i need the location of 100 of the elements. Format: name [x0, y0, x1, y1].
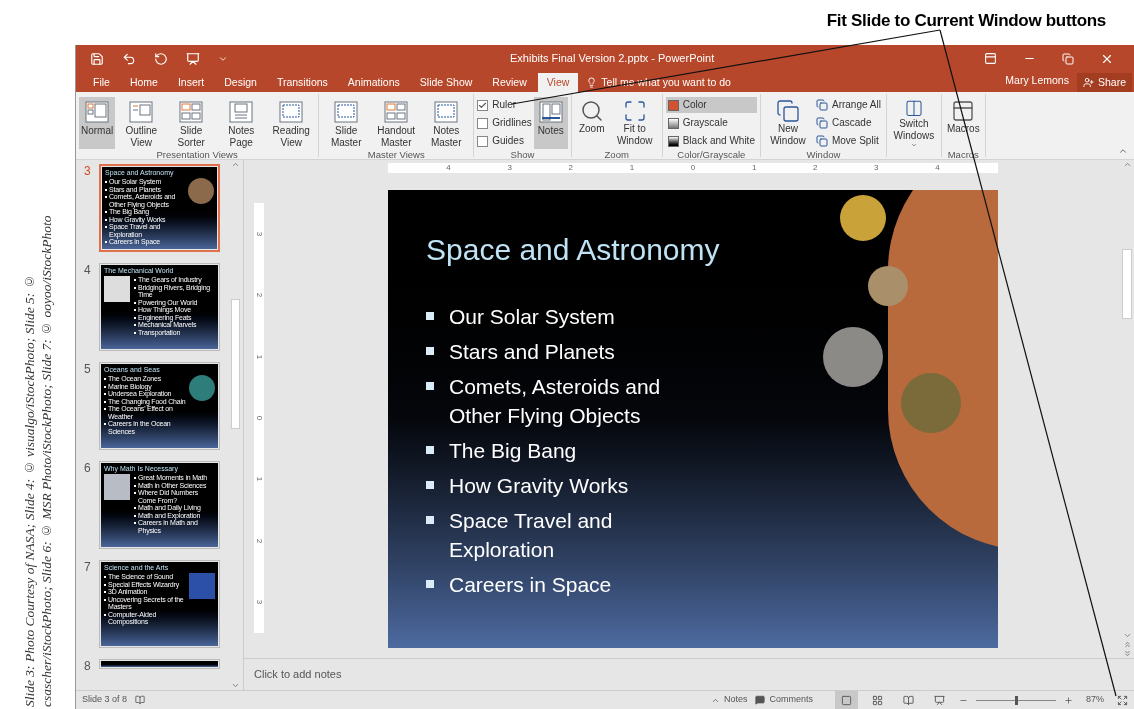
group-label: Color/Grayscale [676, 149, 747, 161]
macro-sheet-icon [951, 99, 976, 123]
checkbox[interactable]: Guides [477, 133, 532, 149]
comments-button[interactable]: Comments [755, 693, 813, 707]
share-button[interactable]: Share [1076, 73, 1132, 92]
bullet-icon [426, 481, 434, 489]
group-label: Master Views [366, 149, 426, 161]
slide-bullet: Careers in Space [449, 572, 612, 598]
ribbon-button[interactable]: Switch Windows [889, 97, 938, 149]
notes-master-icon [433, 99, 460, 125]
scroll-thumb[interactable] [230, 299, 240, 429]
speech-bubble-icon [755, 695, 766, 705]
swatch-icon [667, 117, 679, 129]
ribbon-button[interactable]: Grayscale [665, 115, 757, 131]
bullet-icon [426, 312, 434, 320]
slide-master-icon [333, 99, 360, 125]
scroll-down-icon[interactable] [1122, 631, 1132, 640]
ribbon-display-icon[interactable] [984, 52, 997, 65]
redo-icon[interactable] [154, 51, 168, 66]
checkbox[interactable]: Ruler [477, 97, 532, 113]
windows-icon [815, 135, 828, 147]
undo-icon[interactable] [122, 51, 136, 66]
bullet-icon [426, 516, 434, 524]
scroll-thumb[interactable] [1122, 249, 1132, 319]
slide-counter: Slide 3 of 8 [82, 693, 128, 707]
normal-view-icon [841, 694, 852, 706]
restore-icon[interactable] [1062, 52, 1074, 65]
slide-number: 4 [84, 263, 92, 277]
windows-icon [815, 99, 828, 111]
ribbon-tab[interactable]: Animations [338, 73, 409, 92]
bullet-icon [426, 580, 434, 588]
group-label: Zoom [603, 149, 630, 161]
collapse-icon[interactable] [1118, 146, 1128, 156]
scroll-up-icon[interactable] [230, 160, 240, 169]
ribbon-button[interactable]: Arrange All [813, 97, 883, 113]
save-icon[interactable] [90, 51, 104, 66]
outline-view-icon [128, 99, 155, 125]
scroll-down-icon[interactable] [230, 681, 240, 690]
slide-bullet: Stars and Planets [449, 339, 615, 365]
scrollbar[interactable] [229, 160, 241, 690]
magnifier-icon [579, 99, 604, 123]
callout-label: Fit Slide to Current Window buttons [826, 10, 1106, 32]
ribbon-button[interactable]: Move Split [813, 133, 883, 149]
slide-number: 5 [84, 362, 92, 376]
checkmark-icon [478, 100, 488, 110]
ribbon-tab[interactable]: Insert [168, 73, 214, 92]
slide-thumbnail[interactable] [99, 659, 220, 669]
ribbon-button[interactable]: Cascade [813, 115, 883, 131]
fit-window-icon [622, 99, 647, 123]
ribbon-button[interactable]: Notes [533, 97, 568, 149]
person-icon [1082, 77, 1094, 88]
next-slide-icon[interactable] [1122, 649, 1132, 658]
ribbon-button[interactable]: Handout Master [372, 97, 421, 149]
ribbon-button[interactable]: Reading View [267, 97, 316, 149]
presentation-icon [934, 694, 945, 706]
previous-slide-icon[interactable] [1122, 640, 1132, 649]
ribbon-button[interactable]: New Window [763, 97, 812, 149]
zoom-in-icon[interactable] [1064, 695, 1073, 705]
ribbon-button[interactable]: Fit to Window [610, 97, 659, 149]
notes-button[interactable]: Notes [710, 693, 748, 707]
user-name[interactable]: Mary Lemons [1005, 73, 1077, 92]
handout-master-icon [383, 99, 410, 125]
ribbon-button[interactable]: Outline View [117, 97, 166, 149]
moon-photo [823, 327, 883, 387]
vertical-ruler: 3 2 1 0 1 2 3 [254, 203, 264, 633]
ribbon-tab[interactable]: View [537, 73, 579, 92]
ribbon-tab[interactable]: Design [215, 73, 266, 92]
zoom-level[interactable]: 87% [1081, 693, 1109, 707]
scroll-up-icon[interactable] [1122, 160, 1132, 169]
notes-page-icon [228, 99, 255, 125]
bullet-icon [426, 347, 434, 355]
photo-placeholder [189, 573, 215, 599]
photo-placeholder [104, 474, 130, 500]
scrollbar[interactable] [1120, 160, 1134, 658]
ribbon-button[interactable]: Color [665, 97, 757, 113]
grid-icon [872, 694, 883, 706]
bullet-icon [426, 446, 434, 454]
ribbon-tab[interactable]: Transitions [267, 73, 337, 92]
ribbon-button[interactable]: Notes Master [422, 97, 471, 149]
photo-placeholder [104, 276, 130, 302]
moon-photo [868, 266, 908, 306]
ribbon-tab[interactable]: Slide Show [410, 73, 482, 92]
checkbox[interactable]: Gridlines [477, 115, 532, 131]
ribbon-button[interactable]: Black and White [665, 133, 757, 149]
photo-placeholder [188, 178, 214, 204]
ribbon-button[interactable]: Notes Page [217, 97, 266, 149]
horizontal-ruler: 4 3 2 1 0 1 2 3 4 [388, 163, 998, 173]
ribbon-button[interactable]: Zoom [574, 97, 609, 149]
slide-number: 8 [84, 659, 92, 673]
ribbon-tab[interactable]: Review [483, 73, 536, 92]
slide-bullet: The Big Bang [449, 438, 577, 464]
view-button[interactable] [835, 691, 858, 709]
ribbon-tab[interactable]: Home [120, 73, 167, 92]
slideshow-icon[interactable] [186, 51, 200, 66]
fit-slide-icon[interactable] [1117, 694, 1128, 706]
ribbon-button[interactable]: Slide Sorter [167, 97, 216, 149]
ribbon-tab[interactable]: File [84, 73, 119, 92]
lightbulb-icon [586, 77, 598, 88]
ribbon-button[interactable]: Slide Master [322, 97, 371, 149]
ribbon-button[interactable]: Normal [79, 97, 116, 149]
